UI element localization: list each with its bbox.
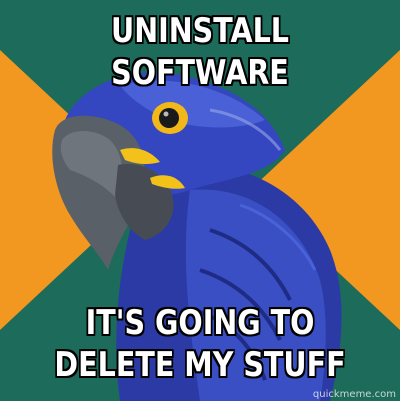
top-caption: UNINSTALL SOFTWARE bbox=[111, 11, 289, 93]
bottom-caption: IT'S GOING TO DELETE MY STUFF bbox=[54, 303, 346, 385]
watermark: quickmeme.com bbox=[312, 389, 396, 400]
meme-image: UNINSTALL SOFTWARE IT'S GOING TO DELETE … bbox=[0, 0, 400, 401]
parrot-eye bbox=[159, 108, 179, 128]
